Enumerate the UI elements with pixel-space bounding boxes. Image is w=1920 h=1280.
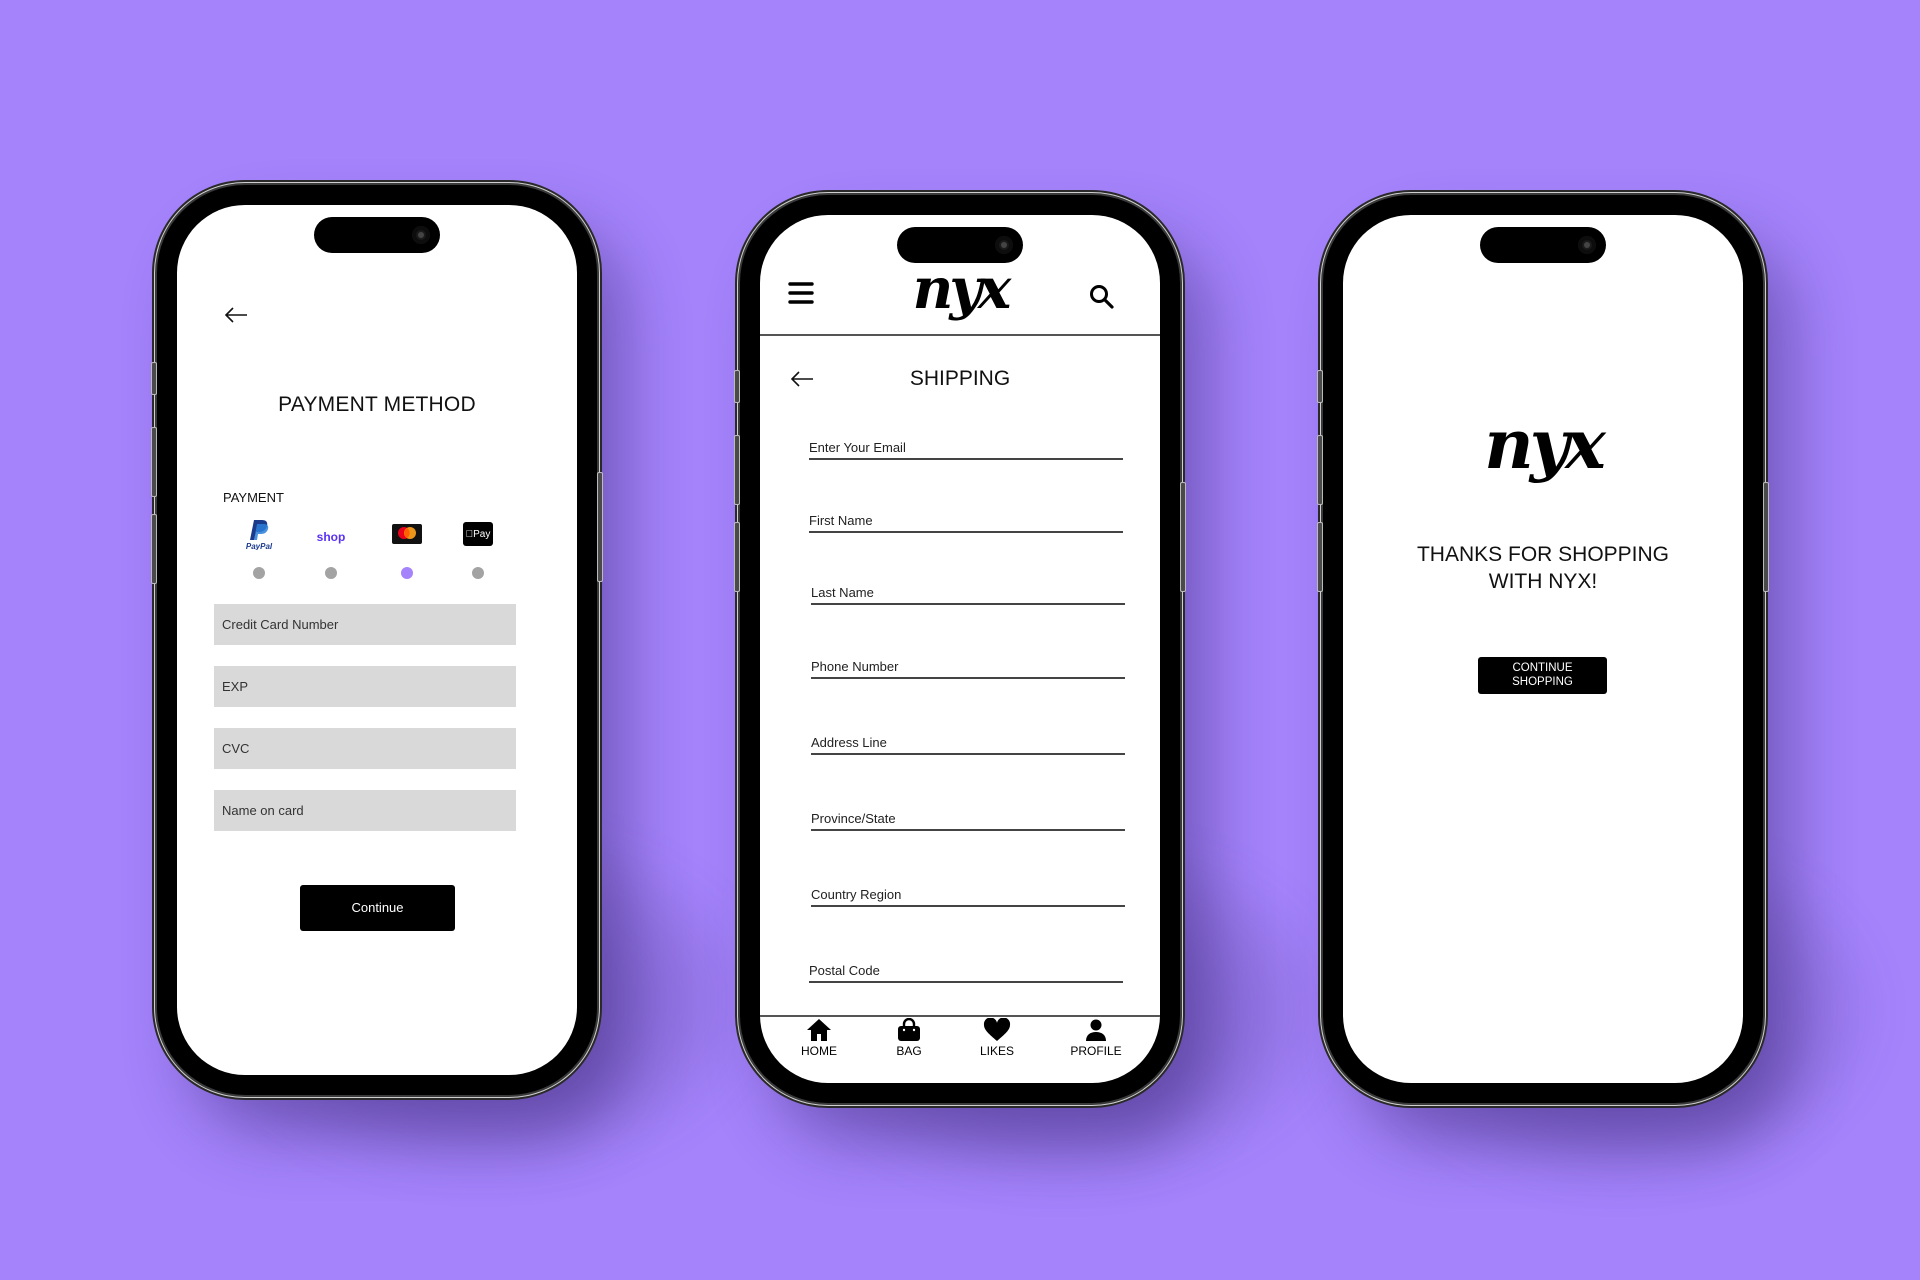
postal-code-input[interactable]: Postal Code: [809, 959, 1123, 983]
dynamic-island: [314, 217, 440, 253]
volume-up-button: [734, 435, 740, 505]
address-line-placeholder: Address Line: [811, 735, 887, 750]
page-title: SHIPPING: [909, 367, 1011, 390]
continue-button[interactable]: Continue: [300, 885, 455, 931]
country-region-placeholder: Country Region: [811, 887, 902, 902]
back-button[interactable]: [224, 307, 248, 323]
radio-paypal[interactable]: [253, 567, 265, 579]
search-icon: [1090, 285, 1114, 309]
shipping-screen: nyx SHIPPING Enter Your Email First Name…: [760, 215, 1160, 1083]
dynamic-island: [1480, 227, 1606, 263]
nyx-logo[interactable]: nyx: [900, 261, 1020, 317]
camera-icon: [1578, 236, 1596, 254]
radio-mastercard[interactable]: [401, 567, 413, 579]
profile-icon: [1086, 1019, 1106, 1041]
payment-screen: PAYMENT METHOD PAYMENT PayPal shop Pay: [177, 205, 577, 1075]
province-state-placeholder: Province/State: [811, 811, 896, 826]
postal-code-placeholder: Postal Code: [809, 963, 880, 978]
payment-option-shop-pay[interactable]: shop: [313, 528, 349, 546]
phone-shipping: nyx SHIPPING Enter Your Email First Name…: [734, 195, 1186, 1103]
header-divider: [760, 334, 1160, 336]
shop-pay-icon: shop: [316, 530, 346, 544]
name-on-card-input[interactable]: Name on card: [214, 790, 516, 831]
radio-apple-pay[interactable]: [472, 567, 484, 579]
heart-icon: [983, 1018, 1011, 1041]
nav-bag[interactable]: BAG: [869, 1018, 949, 1058]
apple-pay-icon: Pay: [466, 528, 491, 540]
nav-likes[interactable]: LIKES: [957, 1018, 1037, 1058]
paypal-icon: PayPal: [246, 520, 273, 550]
nav-bag-label: BAG: [896, 1044, 922, 1058]
menu-button[interactable]: [788, 281, 814, 310]
email-placeholder: Enter Your Email: [809, 440, 906, 455]
power-button: [1180, 482, 1186, 592]
country-region-input[interactable]: Country Region: [811, 883, 1125, 907]
shopping-bag-icon: [898, 1018, 920, 1041]
silent-switch: [1317, 370, 1323, 403]
first-name-input[interactable]: First Name: [809, 509, 1123, 533]
thank-you-heading: THANKS FOR SHOPPING WITH NYX!: [1343, 541, 1743, 595]
hamburger-menu-icon: [788, 282, 814, 304]
nav-likes-label: LIKES: [979, 1044, 1015, 1058]
confirmation-screen: nyx THANKS FOR SHOPPING WITH NYX! CONTIN…: [1343, 215, 1743, 1083]
volume-down-button: [151, 514, 157, 584]
dynamic-island: [897, 227, 1023, 263]
bottom-nav-divider: [760, 1015, 1160, 1017]
last-name-placeholder: Last Name: [811, 585, 874, 600]
nav-profile-label: PROFILE: [1070, 1044, 1122, 1058]
camera-icon: [412, 226, 430, 244]
page-title: PAYMENT METHOD: [278, 393, 476, 416]
nyx-logo: nyx: [1484, 405, 1606, 485]
radio-shop-pay[interactable]: [325, 567, 337, 579]
volume-down-button: [734, 522, 740, 592]
payment-option-paypal[interactable]: PayPal: [242, 518, 276, 550]
arrow-left-icon: [224, 307, 247, 323]
credit-card-number-input[interactable]: Credit Card Number: [214, 604, 516, 645]
button-line-1: CONTINUE: [1512, 662, 1573, 674]
home-icon: [807, 1019, 831, 1041]
exp-input[interactable]: EXP: [214, 666, 516, 707]
power-button: [597, 472, 603, 582]
nav-home[interactable]: HOME: [779, 1018, 859, 1058]
nav-home-label: HOME: [801, 1044, 837, 1058]
cvc-input[interactable]: CVC: [214, 728, 516, 769]
email-input[interactable]: Enter Your Email: [809, 436, 1123, 460]
volume-up-button: [151, 427, 157, 497]
heading-line-2: WITH NYX!: [1488, 570, 1598, 593]
search-button[interactable]: [1089, 284, 1115, 315]
last-name-input[interactable]: Last Name: [811, 581, 1125, 605]
phone-payment: PAYMENT METHOD PAYMENT PayPal shop Pay: [151, 185, 603, 1095]
mastercard-icon: [398, 527, 416, 539]
silent-switch: [734, 370, 740, 403]
silent-switch: [151, 362, 157, 395]
address-line-input[interactable]: Address Line: [811, 731, 1125, 755]
volume-down-button: [1317, 522, 1323, 592]
continue-shopping-button[interactable]: CONTINUE SHOPPING: [1478, 657, 1607, 694]
button-line-2: SHOPPING: [1512, 676, 1573, 688]
power-button: [1763, 482, 1769, 592]
phone-number-input[interactable]: Phone Number: [811, 655, 1125, 679]
nav-profile[interactable]: PROFILE: [1056, 1018, 1136, 1058]
heading-line-1: THANKS FOR SHOPPING: [1416, 543, 1670, 566]
first-name-placeholder: First Name: [809, 513, 873, 528]
svg-text:PayPal: PayPal: [246, 542, 273, 550]
payment-option-mastercard[interactable]: [392, 524, 422, 544]
province-state-input[interactable]: Province/State: [811, 807, 1125, 831]
phone-confirmation: nyx THANKS FOR SHOPPING WITH NYX! CONTIN…: [1317, 195, 1769, 1103]
volume-up-button: [1317, 435, 1323, 505]
camera-icon: [995, 236, 1013, 254]
phone-number-placeholder: Phone Number: [811, 659, 899, 674]
payment-option-apple-pay[interactable]: Pay: [463, 522, 493, 546]
section-label: PAYMENT: [223, 490, 284, 505]
